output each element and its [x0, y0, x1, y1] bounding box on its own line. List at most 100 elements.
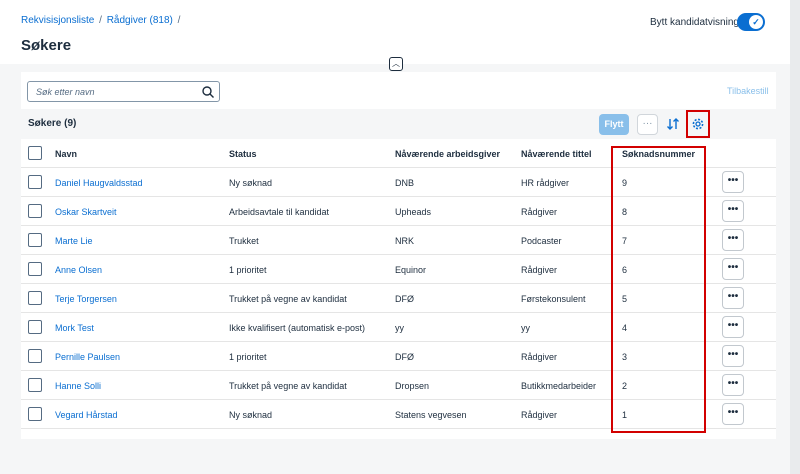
- row-checkbox[interactable]: [28, 407, 42, 421]
- status-cell: Ikke kvalifisert (automatisk e-post): [229, 323, 366, 333]
- title-cell: yy: [521, 323, 530, 333]
- table-row[interactable]: Mork Test Ikke kvalifisert (automatisk e-…: [21, 313, 776, 342]
- page-title: Søkere: [21, 37, 72, 54]
- applicant-name-link[interactable]: Pernille Paulsen: [55, 352, 120, 362]
- column-header-employer[interactable]: Nåværende arbeidsgiver: [395, 149, 500, 159]
- application-number-cell: 1: [622, 410, 628, 420]
- row-actions-button[interactable]: •••: [722, 345, 744, 367]
- column-header-title[interactable]: Nåværende tittel: [521, 149, 592, 159]
- search-icon[interactable]: [201, 85, 215, 99]
- applicant-name-link[interactable]: Oskar Skartveit: [55, 207, 117, 217]
- application-number-cell: 6: [622, 265, 628, 275]
- table-row[interactable]: Hanne Solli Trukket på vegne av kandidat D…: [21, 371, 776, 400]
- row-checkbox[interactable]: [28, 262, 42, 276]
- applicant-name-link[interactable]: Terje Torgersen: [55, 294, 117, 304]
- table-row[interactable]: Daniel Haugvaldsstad Ny søknad DNB HR rådgi…: [21, 168, 776, 197]
- status-cell: Trukket på vegne av kandidat: [229, 294, 347, 304]
- vertical-scrollbar[interactable]: [790, 0, 800, 474]
- employer-cell: Dropsen: [395, 381, 430, 391]
- row-checkbox[interactable]: [28, 204, 42, 218]
- select-all-checkbox[interactable]: [28, 146, 42, 160]
- row-actions-button[interactable]: •••: [722, 316, 744, 338]
- breadcrumb-item-rekvisisjonsliste[interactable]: Rekvisisjonsliste: [21, 15, 94, 26]
- table-row[interactable]: Terje Torgersen Trukket på vegne av kandi…: [21, 284, 776, 313]
- status-cell: 1 prioritet: [229, 352, 267, 362]
- applicants-panel: Tilbakestill Søkere (9) Flytt ··· Navn S…: [21, 72, 776, 439]
- row-actions-button[interactable]: •••: [722, 258, 744, 280]
- search-field[interactable]: [27, 81, 220, 102]
- toggle-label: Bytt kandidatvisning: [650, 17, 739, 28]
- candidate-view-toggle[interactable]: ✓: [737, 13, 765, 31]
- employer-cell: NRK: [395, 236, 415, 246]
- table-toolbar: Søkere (9) Flytt ···: [21, 109, 776, 139]
- breadcrumb: Rekvisisjonsliste / Rådgiver (818) /: [21, 15, 182, 26]
- column-header-status[interactable]: Status: [229, 149, 257, 159]
- reset-button[interactable]: Tilbakestill: [727, 86, 769, 96]
- breadcrumb-separator: /: [99, 15, 102, 26]
- table-row[interactable]: Pernille Paulsen 1 prioritet DFØ Rådgiver 3 •…: [21, 342, 776, 371]
- row-actions-button[interactable]: •••: [722, 229, 744, 251]
- employer-cell: Equinor: [395, 265, 427, 275]
- row-actions-button[interactable]: •••: [722, 403, 744, 425]
- row-checkbox[interactable]: [28, 320, 42, 334]
- title-cell: Førstekonsulent: [521, 294, 586, 304]
- applicant-name-link[interactable]: Hanne Solli: [55, 381, 101, 391]
- row-actions-button[interactable]: •••: [722, 287, 744, 309]
- table-row[interactable]: Anne Olsen 1 prioritet Equinor Rådgiver 6 •••: [21, 255, 776, 284]
- row-checkbox[interactable]: [28, 349, 42, 363]
- chevron-up-icon: ︿: [392, 59, 400, 68]
- applicant-name-link[interactable]: Mork Test: [55, 323, 94, 333]
- employer-cell: Statens vegvesen: [395, 410, 467, 420]
- title-cell: Rådgiver: [521, 410, 558, 420]
- status-cell: Ny søknad: [229, 410, 273, 420]
- breadcrumb-separator: /: [177, 15, 181, 26]
- applicant-name-link[interactable]: Anne Olsen: [55, 265, 102, 275]
- check-icon: ✓: [749, 15, 763, 29]
- move-button[interactable]: Flytt: [599, 114, 629, 135]
- status-cell: Arbeidsavtale til kandidat: [229, 207, 330, 217]
- application-number-cell: 4: [622, 323, 628, 333]
- title-cell: Rådgiver: [521, 265, 558, 275]
- row-actions-button[interactable]: •••: [722, 171, 744, 193]
- applicant-name-link[interactable]: Marte Lie: [55, 236, 93, 246]
- breadcrumb-item-radgiver[interactable]: Rådgiver (818): [107, 15, 173, 26]
- table-settings-button[interactable]: [686, 110, 710, 138]
- table-row[interactable]: Vegard Hårstad Ny søknad Statens vegvesen R…: [21, 400, 776, 429]
- application-number-cell: 9: [622, 178, 628, 188]
- application-number-cell: 8: [622, 207, 628, 217]
- title-cell: Rådgiver: [521, 207, 558, 217]
- title-cell: Butikkmedarbeider: [521, 381, 597, 391]
- applicant-name-link[interactable]: Vegard Hårstad: [55, 410, 118, 420]
- employer-cell: DFØ: [395, 352, 414, 362]
- row-checkbox[interactable]: [28, 378, 42, 392]
- employer-cell: yy: [395, 323, 404, 333]
- collapse-header-button[interactable]: ︿: [389, 57, 403, 71]
- applicant-name-link[interactable]: Daniel Haugvaldsstad: [55, 178, 143, 188]
- title-cell: Rådgiver: [521, 352, 558, 362]
- status-cell: Ny søknad: [229, 178, 273, 188]
- more-actions-button[interactable]: ···: [637, 114, 658, 135]
- employer-cell: Upheads: [395, 207, 432, 217]
- column-header-name[interactable]: Navn: [55, 149, 77, 159]
- application-number-cell: 3: [622, 352, 628, 362]
- row-checkbox[interactable]: [28, 291, 42, 305]
- status-cell: Trukket på vegne av kandidat: [229, 381, 347, 391]
- row-actions-button[interactable]: •••: [722, 200, 744, 222]
- application-number-cell: 5: [622, 294, 628, 304]
- status-cell: Trukket: [229, 236, 259, 246]
- status-cell: 1 prioritet: [229, 265, 267, 275]
- row-actions-button[interactable]: •••: [722, 374, 744, 396]
- title-cell: HR rådgiver: [521, 178, 570, 188]
- employer-cell: DFØ: [395, 294, 414, 304]
- table-row[interactable]: Marte Lie Trukket NRK Podcaster 7 •••: [21, 226, 776, 255]
- page-header: Rekvisisjonsliste / Rådgiver (818) / Søk…: [0, 0, 790, 64]
- application-number-cell: 7: [622, 236, 628, 246]
- row-checkbox[interactable]: [28, 233, 42, 247]
- employer-cell: DNB: [395, 178, 415, 188]
- row-checkbox[interactable]: [28, 175, 42, 189]
- gear-icon: [692, 118, 704, 130]
- table-row[interactable]: Oskar Skartveit Arbeidsavtale til kandida…: [21, 197, 776, 226]
- sort-icon[interactable]: [665, 116, 681, 132]
- search-input[interactable]: [28, 82, 198, 101]
- column-header-application-number[interactable]: Søknadsnummer: [622, 149, 695, 159]
